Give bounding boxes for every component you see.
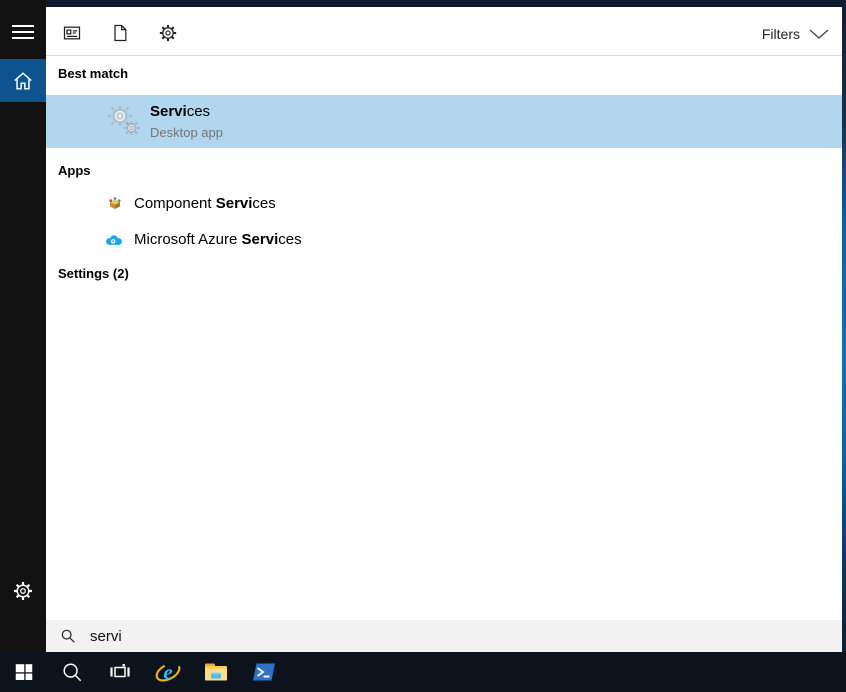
internet-explorer-button[interactable]: e xyxy=(144,652,192,692)
windows-start-icon xyxy=(15,664,33,680)
internet-explorer-icon: e xyxy=(155,660,181,684)
result-row-azure-services[interactable]: Microsoft Azure Services xyxy=(46,222,842,258)
svg-text:e: e xyxy=(163,660,172,684)
services-gears-icon xyxy=(108,106,140,135)
search-input[interactable] xyxy=(90,626,830,646)
result-title: Services xyxy=(150,103,211,120)
desktop-edge-right xyxy=(842,0,846,652)
result-title: Microsoft Azure Services xyxy=(134,231,302,248)
start-sidebar xyxy=(0,0,46,652)
task-view-button[interactable] xyxy=(96,652,144,692)
filters-label: Filters xyxy=(761,26,800,42)
settings-filter-icon[interactable] xyxy=(158,23,178,43)
filters-dropdown[interactable]: Filters xyxy=(762,24,830,44)
apps-filter-icon[interactable] xyxy=(62,23,82,43)
apps-header: Apps xyxy=(58,163,91,178)
result-subtitle: Desktop app xyxy=(150,125,223,140)
hamburger-menu-button[interactable] xyxy=(8,19,38,45)
file-explorer-button[interactable] xyxy=(192,652,240,692)
task-view-icon xyxy=(110,664,130,678)
component-services-icon xyxy=(109,197,121,209)
result-title: Component Services xyxy=(134,195,276,212)
best-match-header: Best match xyxy=(58,66,129,81)
windows-search-screen: Filters Best match Services Desktop app … xyxy=(0,0,846,692)
powershell-icon xyxy=(253,663,275,681)
gear-icon xyxy=(14,582,32,600)
powershell-button[interactable] xyxy=(240,652,288,692)
documents-filter-icon[interactable] xyxy=(110,23,130,43)
taskbar-search-button[interactable] xyxy=(48,652,96,692)
search-icon xyxy=(63,663,82,682)
start-button[interactable] xyxy=(0,652,48,692)
settings-header: Settings (2) xyxy=(58,266,129,281)
search-icon xyxy=(61,629,75,643)
hamburger-menu-icon xyxy=(12,25,34,27)
file-explorer-icon xyxy=(205,663,227,681)
azure-services-icon xyxy=(106,235,122,245)
topbar-separator xyxy=(46,55,842,56)
home-icon xyxy=(14,71,32,90)
chevron-down-icon xyxy=(809,29,829,39)
result-row-services[interactable]: Services Desktop app xyxy=(46,95,842,148)
result-row-component-services[interactable]: Component Services xyxy=(46,186,842,222)
sidebar-settings-button[interactable] xyxy=(11,579,35,603)
search-bar xyxy=(46,620,842,652)
taskbar: e xyxy=(0,652,846,692)
home-tab-button[interactable] xyxy=(0,59,46,102)
desktop-edge-top xyxy=(46,0,842,7)
